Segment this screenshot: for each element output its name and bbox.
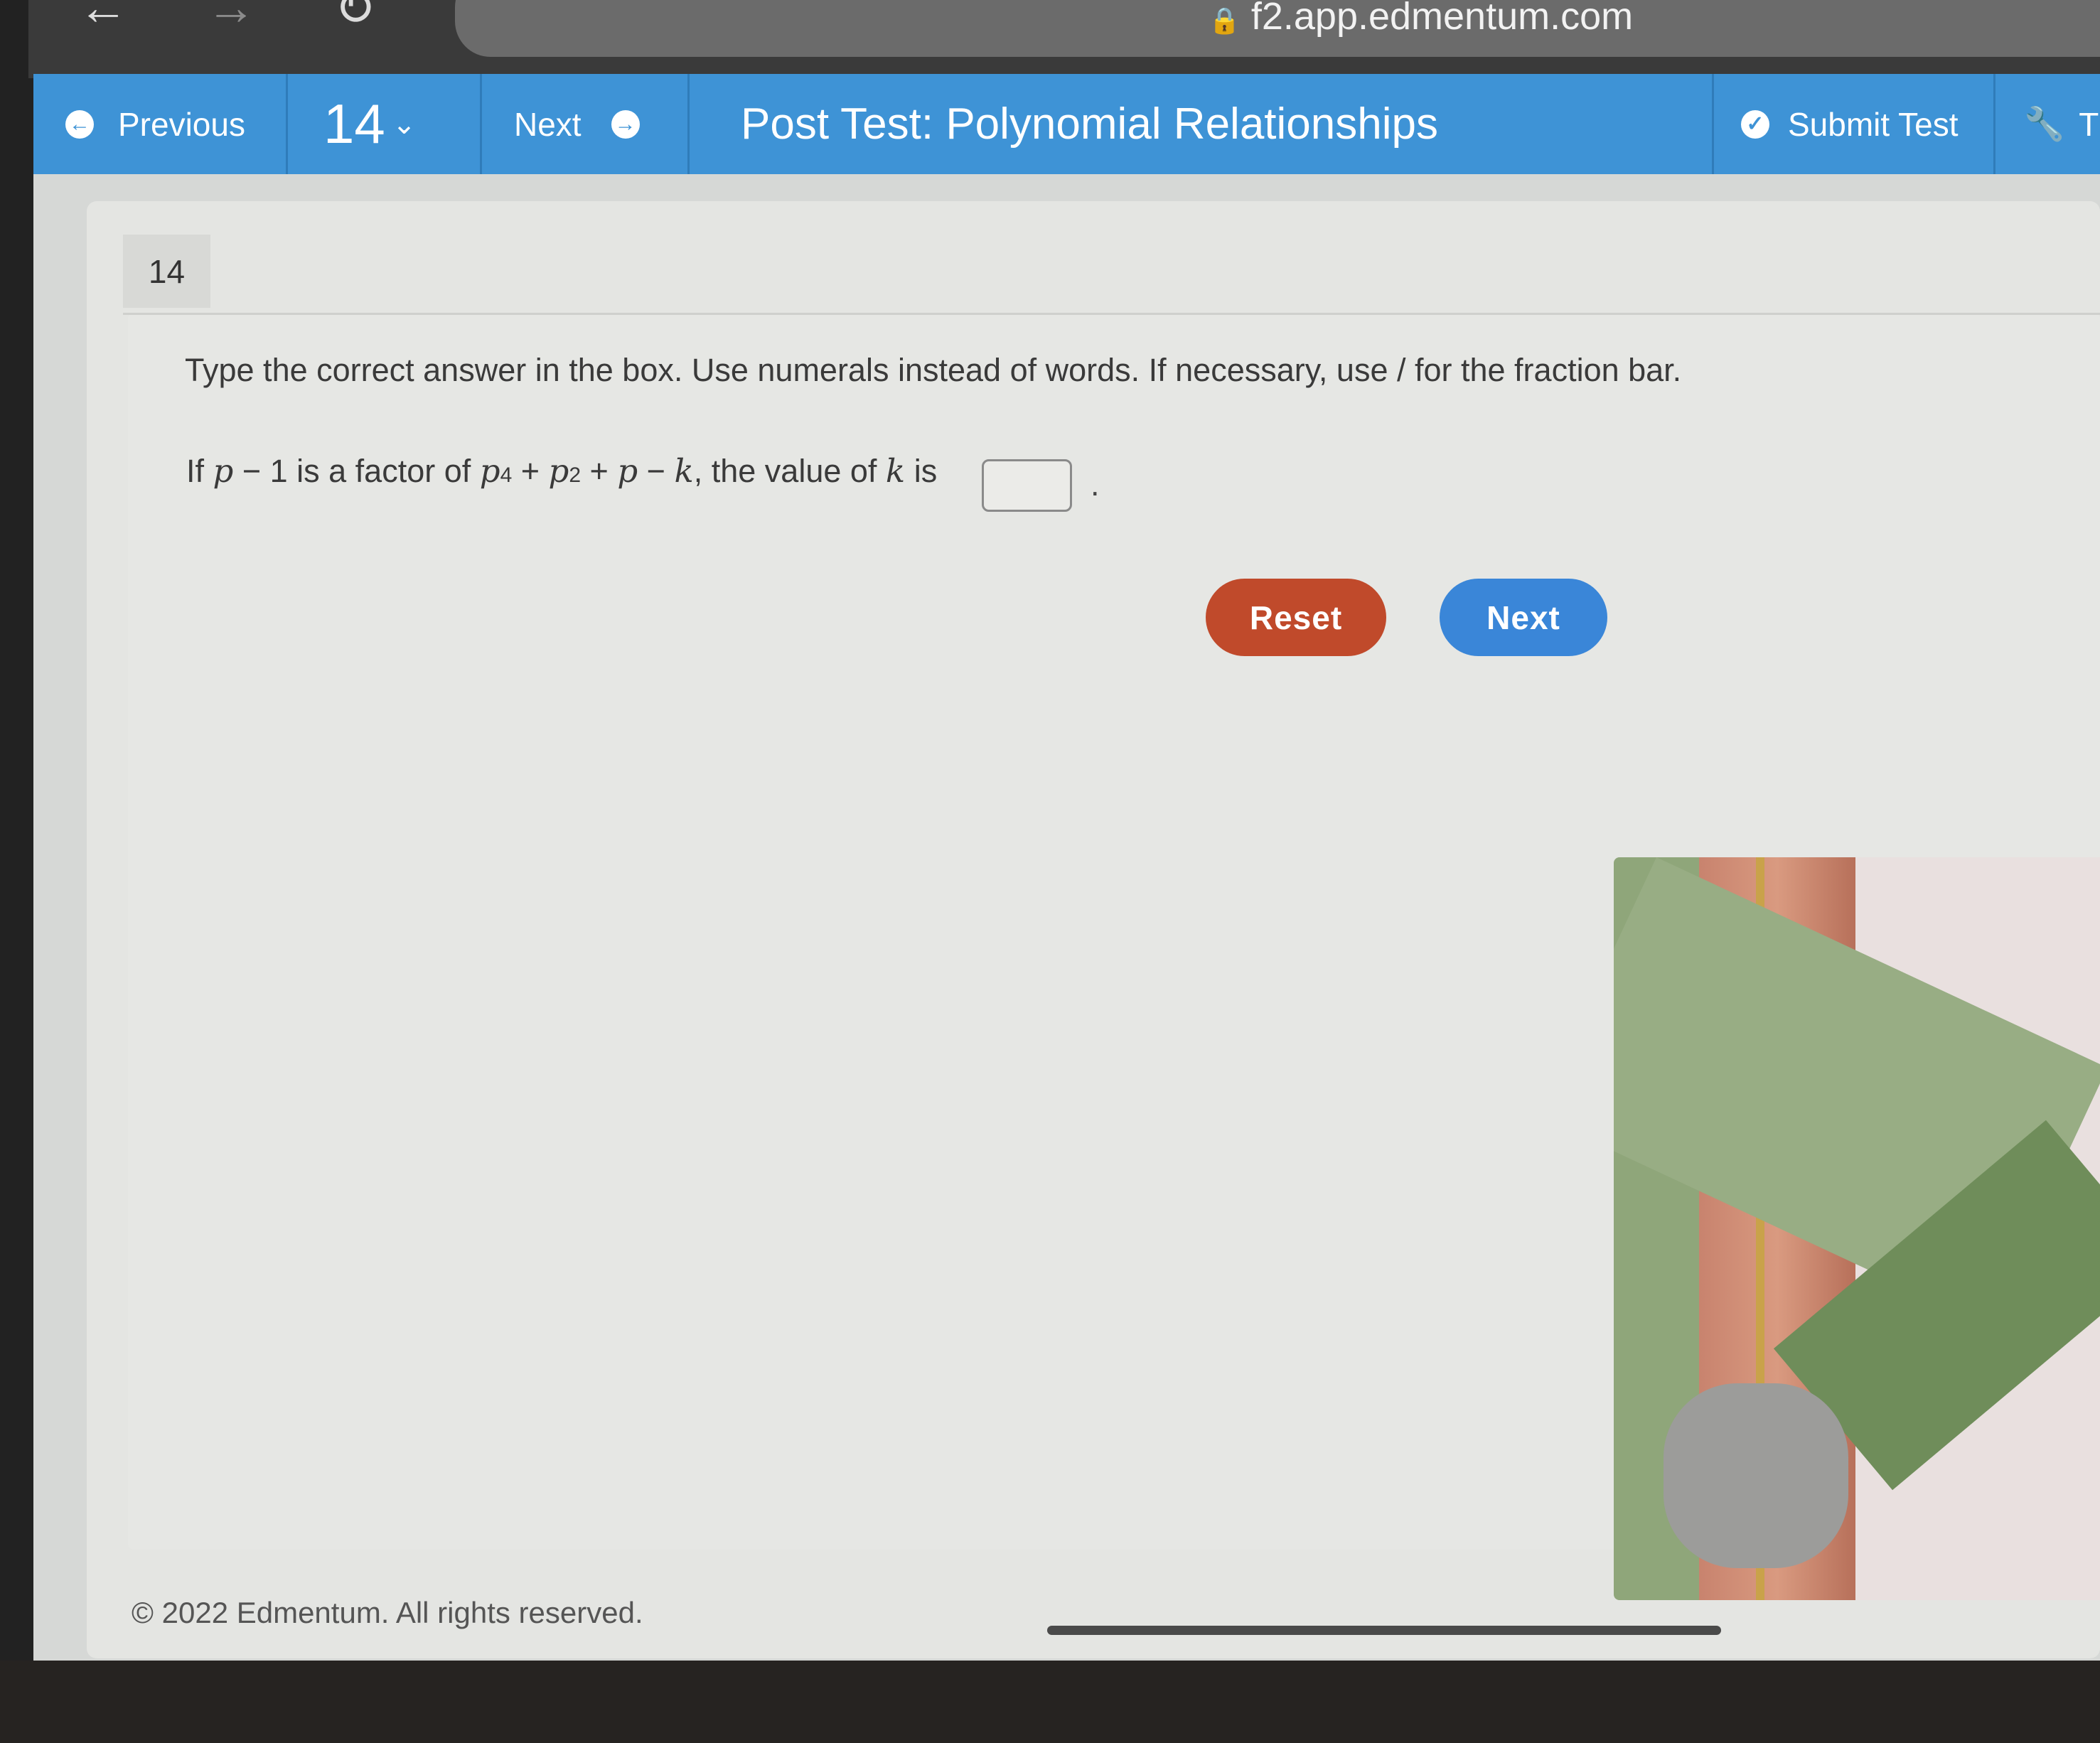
q-exponent: 4 [500,463,513,487]
q-text: + [581,453,618,489]
submit-label: Submit Test [1788,105,1959,143]
video-overlay-image [1614,857,2100,1600]
q-var: k [885,452,906,490]
q-text: is [905,453,938,489]
check-circle-icon: ✓ [1741,109,1769,139]
wrench-icon: 🔧 [2024,105,2065,142]
forward-icon[interactable]: → [206,0,256,36]
q-var: k [674,452,694,490]
next-nav-button[interactable]: Next → [482,74,690,174]
question-selector[interactable]: 14 ⌄ [288,74,482,174]
period: . [1091,466,1100,503]
test-title: Post Test: Polynomial Relationships [741,100,1439,149]
lock-icon: 🔒 [1209,6,1241,35]
q-text: − 1 is a factor of [233,453,480,489]
q-var: p [213,452,234,490]
answer-input[interactable] [982,459,1072,512]
question-text: If p − 1 is a factor of p4 + p2 + p − k,… [186,452,937,490]
previous-label: Previous [118,105,245,143]
q-text: + [512,453,549,489]
tools-label: T [2079,105,2099,143]
chevron-down-icon: ⌄ [392,108,417,140]
instructions: Type the correct answer in the box. Use … [185,352,1682,388]
next-label: Next [514,105,582,143]
arrow-right-circle-icon: → [611,109,640,139]
back-icon[interactable]: ← [78,0,128,36]
home-indicator[interactable] [1047,1626,1721,1635]
q-exponent: 2 [569,463,582,487]
q-text: , the value of [693,453,886,489]
device-bezel-left [0,0,33,1743]
url-display: 🔒 f2.app.edmentum.com [1209,0,1633,38]
arrow-left-circle-icon: ← [65,109,94,139]
q-var: p [617,452,638,490]
tools-button[interactable]: 🔧 T [1995,74,2099,174]
q-var: p [479,452,500,490]
submit-test-button[interactable]: ✓ Submit Test [1714,74,1995,174]
divider [123,313,2100,315]
test-title-area: Post Test: Polynomial Relationships [690,74,1714,174]
q-text: If [186,453,213,489]
reset-button[interactable]: Reset [1206,579,1386,656]
previous-button[interactable]: ← Previous [33,74,288,174]
device-bezel-bottom [0,1661,2100,1743]
q-var: p [548,452,569,490]
copyright-footer: © 2022 Edmentum. All rights reserved. [132,1596,643,1629]
question-number-badge: 14 [123,235,210,308]
reload-icon[interactable]: ↻ [334,0,376,37]
url-text: f2.app.edmentum.com [1250,0,1634,38]
question-number: 14 [323,92,385,155]
q-text: − [638,453,675,489]
test-navbar: ← Previous 14 ⌄ Next → Post Test: Polyno… [33,74,2100,174]
next-button[interactable]: Next [1440,579,1607,656]
